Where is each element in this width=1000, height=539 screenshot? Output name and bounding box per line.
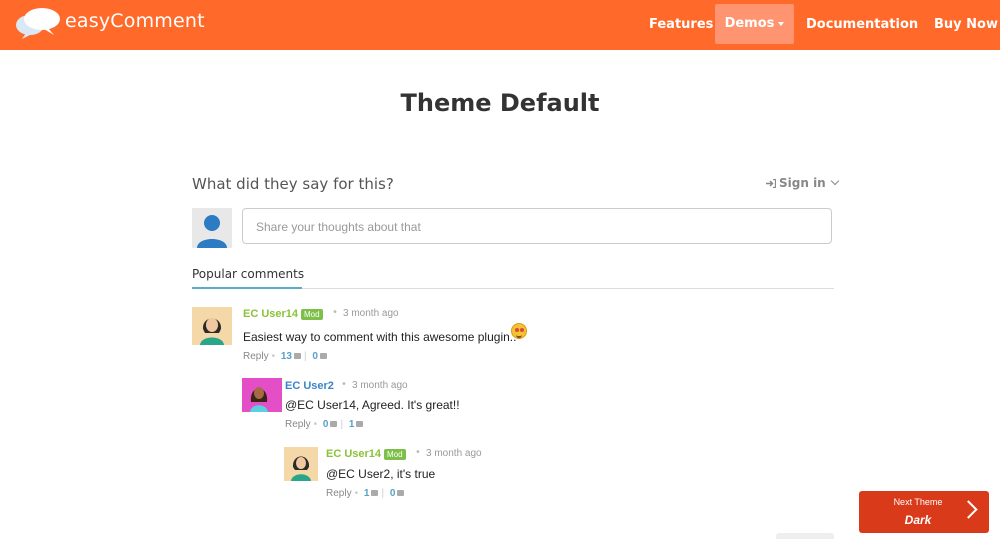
comment-username[interactable]: EC User14 (243, 308, 298, 320)
nav-features-link[interactable]: Features (649, 0, 713, 50)
comment-input[interactable]: Share your thoughts about that (242, 208, 832, 244)
comment-username[interactable]: EC User14 (326, 448, 381, 460)
thumbs-up-icon (371, 490, 379, 497)
downvote-button[interactable]: 0 (312, 351, 327, 362)
comment-username[interactable]: EC User2 (285, 380, 334, 392)
sign-in-icon (766, 177, 777, 189)
separator-dot: • (332, 307, 338, 318)
upvote-button[interactable]: 1 (364, 488, 379, 499)
chat-bubbles-logo-icon[interactable] (14, 7, 62, 39)
reply-button[interactable]: Reply (243, 351, 269, 362)
top-navbar: easyComment Features Demos Documentation… (0, 0, 1000, 50)
sign-in-button[interactable]: Sign in (766, 176, 839, 190)
comment-text: @EC User2, it's true (326, 467, 436, 481)
woman-avatar-icon (242, 378, 276, 412)
next-theme-value: Dark (904, 513, 932, 527)
heart-eyes-emoji-icon (511, 323, 527, 339)
downvote-button[interactable]: 1 (349, 419, 364, 430)
mod-badge: Mod (301, 309, 323, 320)
upvote-count: 13 (280, 351, 292, 362)
widget-question: What did they say for this? (192, 175, 394, 193)
reply-button[interactable]: Reply (326, 488, 352, 499)
avatar[interactable] (242, 378, 282, 412)
reply-button[interactable]: Reply (285, 419, 311, 430)
thumbs-down-icon (356, 421, 364, 428)
nav-demos-dropdown[interactable]: Demos (715, 4, 794, 44)
nav-demos-label: Demos (724, 16, 775, 31)
avatar[interactable] (192, 307, 232, 345)
chevron-down-icon (830, 176, 839, 186)
load-more-stub[interactable] (776, 533, 834, 539)
downvote-count: 0 (389, 488, 396, 499)
downvote-button[interactable]: 0 (390, 488, 405, 499)
comment-actions: Reply • 0 | 1 (285, 419, 364, 430)
next-theme-label: Next Theme (893, 497, 943, 507)
nav-documentation-link[interactable]: Documentation (806, 0, 918, 50)
thumbs-down-icon (397, 490, 405, 497)
tab-popular-comments[interactable]: Popular comments (192, 267, 304, 287)
mod-badge: Mod (384, 449, 406, 460)
downvote-count: 1 (348, 419, 355, 430)
next-theme-button[interactable]: Next Theme Dark (859, 491, 989, 533)
upvote-button[interactable]: 13 (281, 351, 301, 362)
upvote-count: 0 (322, 419, 329, 430)
woman-avatar-icon (284, 447, 318, 481)
avatar[interactable] (284, 447, 318, 481)
nav-buy-now-link[interactable]: Buy Now (934, 0, 998, 50)
thumbs-up-icon (294, 353, 301, 360)
separator-dot: • (341, 379, 347, 390)
upvote-button[interactable]: 0 (323, 419, 338, 430)
upvote-count: 1 (363, 488, 370, 499)
downvote-count: 0 (312, 351, 318, 362)
user-silhouette-icon (192, 208, 232, 248)
current-user-avatar (192, 208, 232, 248)
comment-time: 3 month ago (352, 380, 408, 391)
sign-in-label: Sign in (779, 176, 826, 190)
woman-avatar-icon (192, 307, 232, 345)
comment-time: 3 month ago (343, 308, 399, 319)
page-title: Theme Default (400, 89, 600, 117)
separator-dot: • (415, 447, 421, 458)
caret-down-icon (778, 21, 785, 26)
comment-time: 3 month ago (426, 448, 482, 459)
brand-name[interactable]: easyComment (65, 10, 205, 32)
thumbs-down-icon (319, 353, 327, 360)
comment-actions: Reply • 1 | 0 (326, 488, 405, 499)
comment-text: @EC User14, Agreed. It's great!! (285, 398, 460, 412)
comment-actions: Reply • 13 | 0 (243, 351, 327, 362)
thumbs-up-icon (330, 421, 338, 428)
comment-text: Easiest way to comment with this awesome… (243, 330, 517, 344)
active-tab-indicator (192, 287, 302, 289)
